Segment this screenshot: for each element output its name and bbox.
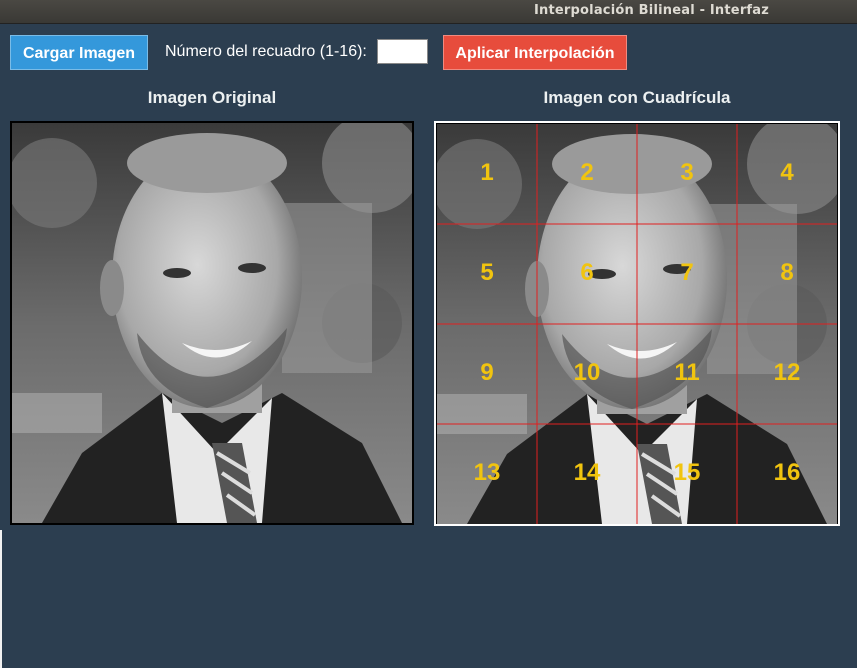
- grid-cell-number: 7: [680, 259, 694, 286]
- apply-interpolation-button[interactable]: Aplicar Interpolación: [443, 35, 627, 70]
- grid-cell-number: 14: [573, 459, 601, 486]
- grid-cell-number: 3: [680, 159, 694, 186]
- original-image-panel: [10, 121, 414, 525]
- grid-cell-number: 10: [573, 359, 601, 386]
- window-title: Interpolación Bilineal - Interfaz: [534, 3, 770, 18]
- grid-cell-number: 15: [673, 459, 701, 486]
- original-photo: [12, 123, 412, 523]
- grid-cell-number: 13: [473, 459, 501, 486]
- grid-cell-number: 12: [773, 359, 801, 386]
- grid-cell-number: 16: [773, 459, 801, 486]
- grid-cell-number: 9: [480, 359, 494, 386]
- grid-image-panel: 1 2 3 4 5 6 7 8 9 10 11 12 13 14 15 16: [434, 121, 840, 526]
- grid-cell-number: 2: [580, 159, 594, 186]
- grid-cell-number: 6: [580, 259, 594, 286]
- grid-cell-number: 1: [480, 159, 494, 186]
- grid-image-title: Imagen con Cuadrícula: [543, 88, 731, 107]
- grid-cell-number: 5: [480, 259, 494, 286]
- window-titlebar: Interpolación Bilineal - Interfaz: [0, 0, 857, 24]
- toolbar: Cargar Imagen Número del recuadro (1-16)…: [0, 35, 857, 71]
- grid-cell-number: 4: [780, 159, 794, 186]
- tile-number-label: Número del recuadro (1-16):: [165, 43, 367, 60]
- original-image-title: Imagen Original: [147, 88, 277, 107]
- load-image-button[interactable]: Cargar Imagen: [10, 35, 148, 70]
- grid-cell-number: 11: [674, 359, 700, 386]
- window-edge: [0, 530, 2, 668]
- grid-cell-number: 8: [780, 259, 794, 286]
- tile-number-input[interactable]: [377, 39, 428, 64]
